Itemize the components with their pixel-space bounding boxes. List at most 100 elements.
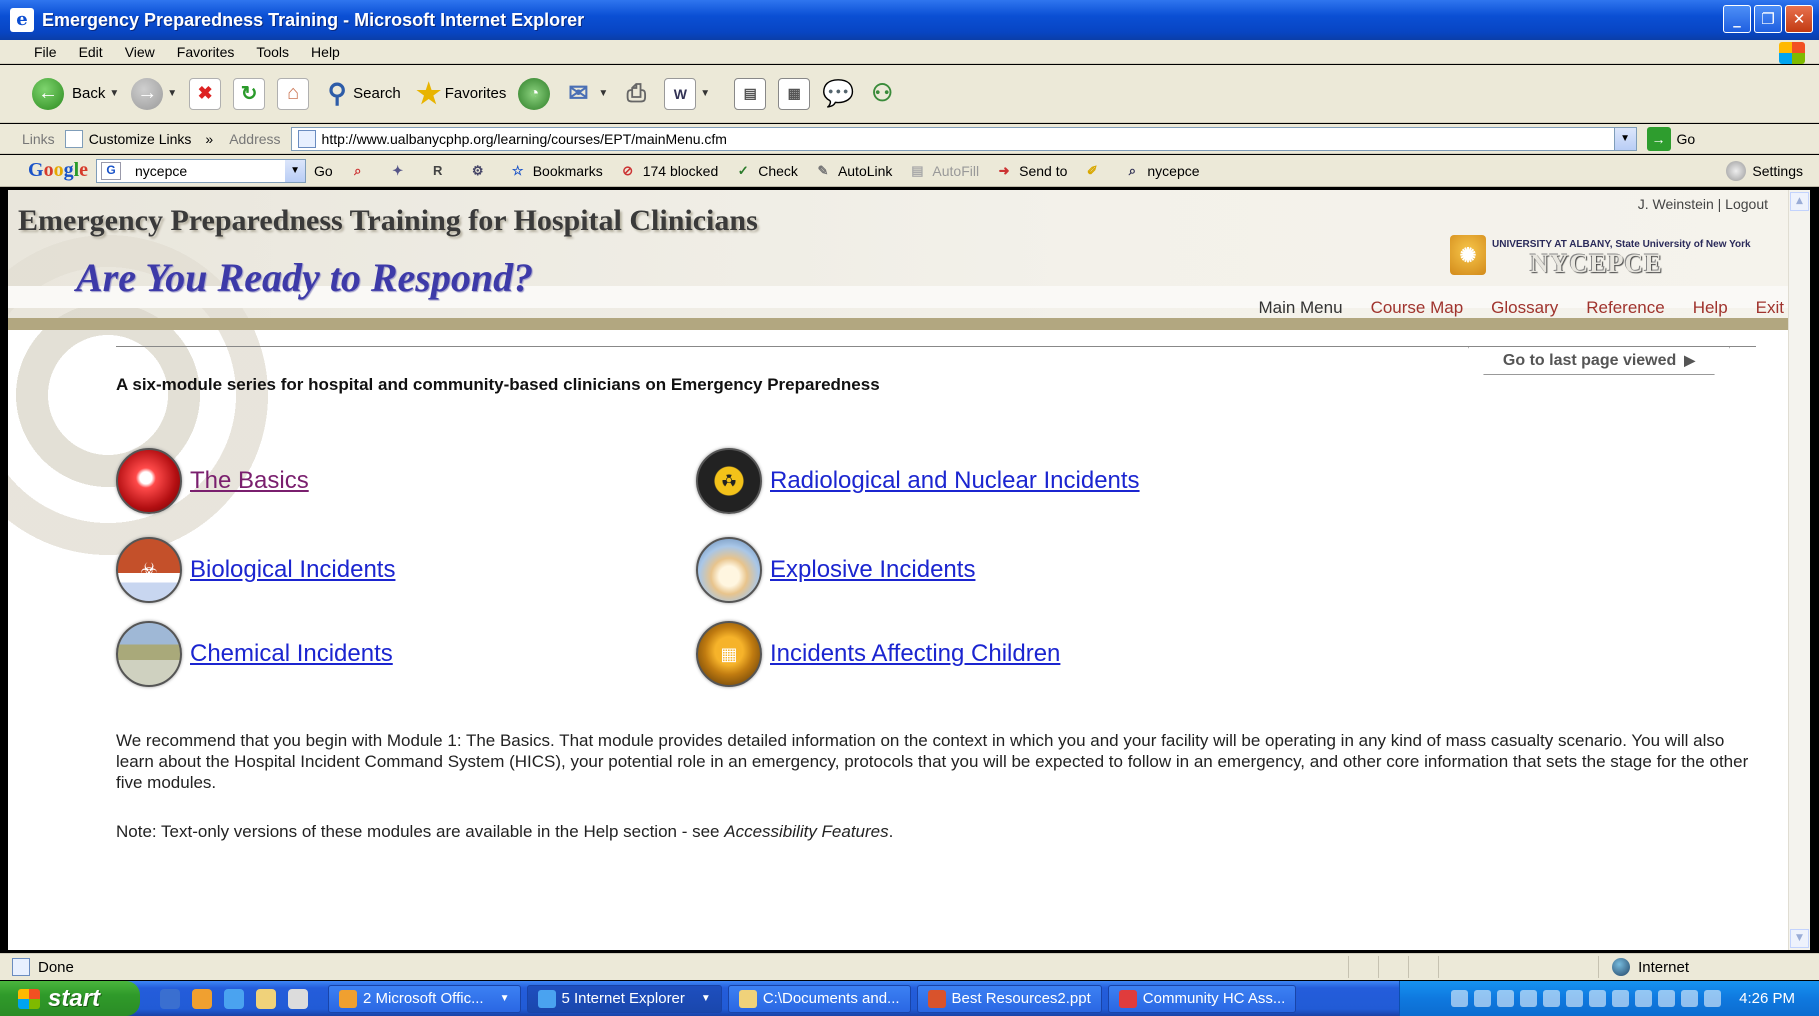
nav-help[interactable]: Help <box>1693 298 1728 318</box>
power-icon[interactable] <box>1658 990 1676 1007</box>
edit-word-button[interactable]: W ▼ <box>664 77 710 110</box>
chevron-down-icon[interactable]: ▼ <box>109 88 119 99</box>
nav-main-menu[interactable]: Main Menu <box>1258 298 1342 318</box>
module-the-basics[interactable]: The Basics <box>116 448 309 514</box>
module-link-the-basics[interactable]: The Basics <box>190 467 309 495</box>
home-button[interactable]: ⌂ <box>277 77 310 110</box>
send-to-button[interactable]: ➜ Send to <box>995 162 1068 180</box>
print-button[interactable]: ⎙ <box>620 78 652 110</box>
show-desktop-icon[interactable] <box>160 988 180 1009</box>
menu-edit[interactable]: Edit <box>79 44 103 60</box>
popup-blocker-button[interactable]: ⊘ 174 blocked <box>619 162 718 180</box>
module-radiological[interactable]: ☢ Radiological and Nuclear Incidents <box>696 448 1140 514</box>
history-button[interactable]: ◔ <box>518 77 551 110</box>
pagerank-button[interactable]: R <box>429 162 453 180</box>
maximize-button[interactable]: ❐ <box>1754 5 1782 33</box>
wireless-icon[interactable] <box>1612 990 1630 1007</box>
google-go-button[interactable]: Go <box>314 163 333 179</box>
menu-favorites[interactable]: Favorites <box>177 44 235 60</box>
chevron-down-icon[interactable]: ▼ <box>1613 127 1636 150</box>
outlook-tray-icon[interactable] <box>1497 990 1515 1007</box>
last-page-viewed-button[interactable]: Go to last page viewed ▶ <box>1468 347 1730 375</box>
module-explosive[interactable]: Explosive Incidents <box>696 537 975 603</box>
stop-button[interactable]: ✖ <box>189 77 222 110</box>
accessibility-features-link[interactable]: Accessibility Features <box>724 822 888 841</box>
media-player-icon[interactable] <box>288 988 308 1009</box>
google-logo[interactable]: Google <box>28 159 88 182</box>
highlight-button[interactable]: ✐ <box>1083 162 1107 180</box>
scroll-up-icon[interactable]: ▲ <box>1790 192 1809 211</box>
bluetooth-icon[interactable] <box>1520 990 1538 1007</box>
menu-view[interactable]: View <box>125 44 155 60</box>
scroll-down-icon[interactable]: ▼ <box>1790 929 1809 948</box>
google-search-input[interactable]: G nycepce ▼ <box>96 158 307 183</box>
close-button[interactable]: ✕ <box>1785 5 1813 33</box>
ie-app-icon[interactable]: e <box>10 8 34 32</box>
module-children[interactable]: ▦ Incidents Affecting Children <box>696 621 1060 687</box>
module-link-biological[interactable]: Biological Incidents <box>190 556 395 584</box>
shield-icon[interactable] <box>1635 990 1653 1007</box>
user-links[interactable]: J. Weinstein | Logout <box>1638 196 1768 212</box>
menu-tools[interactable]: Tools <box>256 44 289 60</box>
spellcheck-button[interactable]: ✓ Check <box>734 162 798 180</box>
chevron-down-icon[interactable]: ▼ <box>167 88 177 99</box>
search-site-button[interactable]: ⌕ <box>349 162 373 180</box>
folder-icon[interactable] <box>256 988 276 1009</box>
task-best-resources[interactable]: Best Resources2.ppt <box>916 984 1102 1013</box>
network-icon[interactable] <box>1451 990 1469 1007</box>
refresh-button[interactable]: ↻ <box>233 77 266 110</box>
address-input[interactable]: http://www.ualbanycphp.org/learning/cour… <box>290 126 1637 151</box>
start-button[interactable]: start <box>0 981 140 1016</box>
nav-reference[interactable]: Reference <box>1586 298 1664 318</box>
module-link-explosive[interactable]: Explosive Incidents <box>770 556 975 584</box>
back-button[interactable]: ← Back ▼ <box>32 77 119 110</box>
customize-links-link[interactable]: Customize Links <box>64 129 191 148</box>
mail-button[interactable]: ✉ ▼ <box>562 78 608 110</box>
task-microsoft-office[interactable]: 2 Microsoft Offic... ▼ <box>328 984 521 1013</box>
autolink-button[interactable]: ✎ AutoLink <box>814 162 892 180</box>
outlook-icon[interactable] <box>192 988 212 1009</box>
nav-exit[interactable]: Exit <box>1756 298 1784 318</box>
menu-file[interactable]: File <box>34 44 57 60</box>
module-link-chemical[interactable]: Chemical Incidents <box>190 640 393 668</box>
news-button[interactable]: ✦ <box>389 162 413 180</box>
google-settings-button[interactable]: Settings <box>1726 161 1803 181</box>
nav-course-map[interactable]: Course Map <box>1371 298 1464 318</box>
module-biological[interactable]: ☣ Biological Incidents <box>116 537 395 603</box>
display-icon[interactable] <box>1566 990 1584 1007</box>
nav-glossary[interactable]: Glossary <box>1491 298 1558 318</box>
chevron-down-icon[interactable]: ▼ <box>285 159 306 182</box>
media-button[interactable]: ▦ <box>778 77 811 110</box>
vertical-scrollbar[interactable]: ▲ ▼ <box>1788 190 1810 950</box>
security-zone[interactable]: Internet <box>1612 958 1689 976</box>
spell-options-button[interactable]: ⚙ <box>469 162 493 180</box>
phone-icon[interactable] <box>1681 990 1699 1007</box>
task-internet-explorer[interactable]: 5 Internet Explorer ▼ <box>526 984 722 1013</box>
bookmarks-button[interactable]: ☆ Bookmarks <box>509 162 603 180</box>
links-label[interactable]: Links <box>22 131 55 147</box>
minimize-button[interactable]: _ <box>1723 5 1751 33</box>
research-button[interactable]: ▤ <box>734 77 767 110</box>
go-button[interactable]: → Go <box>1646 126 1695 151</box>
monitor-icon[interactable] <box>1704 990 1722 1007</box>
task-community-hc[interactable]: Community HC Ass... <box>1107 984 1297 1013</box>
messenger-button[interactable]: ⚇ <box>866 78 898 110</box>
search-button[interactable]: ⚲ Search <box>321 78 401 110</box>
audio-icon[interactable] <box>1543 990 1561 1007</box>
search-term-button[interactable]: ⌕ nycepce <box>1123 162 1200 180</box>
chevron-down-icon[interactable]: ▼ <box>700 88 710 99</box>
chevron-down-icon[interactable]: ▼ <box>598 88 608 99</box>
task-documents-folder[interactable]: C:\Documents and... <box>727 984 911 1013</box>
clock[interactable]: 4:26 PM <box>1739 990 1795 1007</box>
ie-launch-icon[interactable] <box>224 988 244 1009</box>
autofill-button[interactable]: ▤ AutoFill <box>908 162 979 180</box>
discuss-button[interactable]: 💬 <box>822 78 854 110</box>
module-link-children[interactable]: Incidents Affecting Children <box>770 640 1060 668</box>
menu-help[interactable]: Help <box>311 44 340 60</box>
module-chemical[interactable]: Chemical Incidents <box>116 621 393 687</box>
antivirus-icon[interactable] <box>1474 990 1492 1007</box>
module-link-radiological[interactable]: Radiological and Nuclear Incidents <box>770 467 1140 495</box>
favorites-button[interactable]: ★ Favorites <box>413 78 506 110</box>
security-icon[interactable] <box>1589 990 1607 1007</box>
more-links-chevron-icon[interactable]: » <box>205 131 213 147</box>
